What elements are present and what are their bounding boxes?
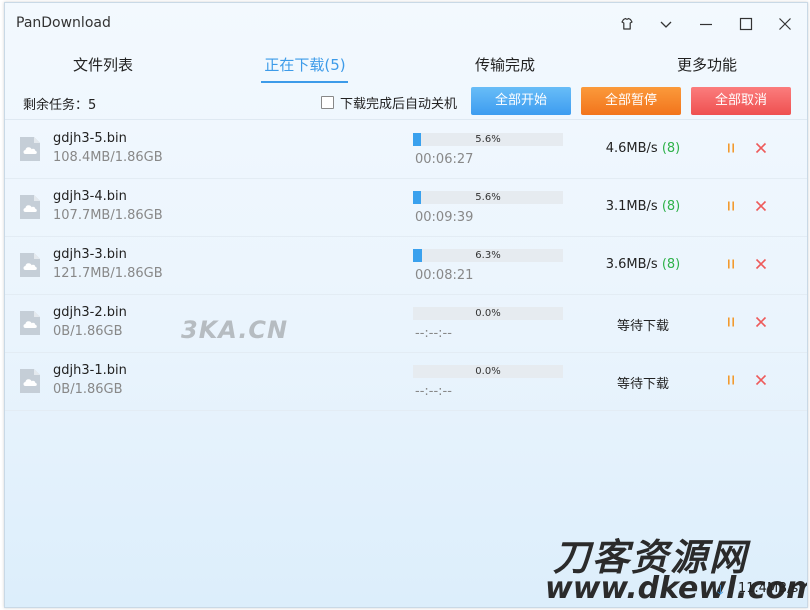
maximize-icon[interactable]	[736, 14, 756, 34]
cancel-icon[interactable]	[754, 198, 768, 214]
file-size: 121.7MB/1.86GB	[53, 266, 163, 281]
pause-icon[interactable]	[724, 198, 738, 214]
cancel-icon[interactable]	[754, 314, 768, 330]
file-name: gdjh3-4.bin	[53, 189, 127, 204]
active-tab-indicator	[261, 81, 348, 83]
cloud-file-icon	[19, 252, 41, 278]
download-speed: 3.1MB/s (8)	[585, 199, 701, 214]
cancel-icon[interactable]	[754, 140, 768, 156]
close-icon[interactable]	[775, 14, 795, 34]
cloud-file-icon	[19, 368, 41, 394]
file-size: 0B/1.86GB	[53, 382, 123, 397]
cancel-icon[interactable]	[754, 372, 768, 388]
pause-icon[interactable]	[724, 256, 738, 272]
speed-value: 4.6MB/s	[605, 141, 658, 156]
app-window: PanDownload 文件列表 正在下载(5) 传输完成 更多功能 剩余任务：…	[4, 2, 808, 608]
download-row[interactable]: gdjh3-5.bin 108.4MB/1.86GB 5.6% 00:06:27 4.6…	[5, 120, 807, 179]
time-remaining: 00:09:39	[415, 210, 474, 225]
connection-count: (8)	[661, 141, 681, 156]
pause-icon[interactable]	[724, 314, 738, 330]
window-title: PanDownload	[16, 15, 111, 31]
progress-percent: 0.0%	[475, 308, 501, 319]
tab-more-features[interactable]: 更多功能	[637, 45, 777, 85]
total-speed: 11.4MB/s	[738, 581, 799, 596]
pause-icon[interactable]	[724, 140, 738, 156]
auto-shutdown-checkbox[interactable]	[321, 96, 334, 109]
connection-count: (8)	[661, 199, 681, 214]
download-row[interactable]: gdjh3-3.bin 121.7MB/1.86GB 6.3% 00:08:21 3.6…	[5, 236, 807, 295]
tab-downloading[interactable]: 正在下载(5)	[235, 45, 375, 85]
auto-shutdown-option[interactable]: 下载完成后自动关机	[321, 93, 457, 112]
download-speed: 等待下载	[585, 315, 701, 334]
speed-value: 3.1MB/s	[605, 199, 658, 214]
cloud-file-icon	[19, 194, 41, 220]
file-name: gdjh3-1.bin	[53, 363, 127, 378]
download-speed: 3.6MB/s (8)	[585, 257, 701, 272]
pause-all-button[interactable]: 全部暂停	[581, 87, 681, 115]
file-name: gdjh3-5.bin	[53, 131, 127, 146]
time-remaining: --:--:--	[415, 384, 452, 399]
time-remaining: --:--:--	[415, 326, 452, 341]
remaining-tasks: 剩余任务：5	[23, 98, 97, 113]
start-all-button[interactable]: 全部开始	[471, 87, 571, 115]
download-row[interactable]: gdjh3-2.bin 0B/1.86GB 0.0% --:--:-- 等待下载	[5, 294, 807, 353]
progress-percent: 6.3%	[475, 250, 501, 261]
time-remaining: 00:06:27	[415, 152, 474, 167]
cloud-file-icon	[19, 136, 41, 162]
speed-value: 等待下载	[616, 319, 669, 334]
cancel-icon[interactable]	[754, 256, 768, 272]
skin-icon[interactable]	[617, 14, 637, 34]
file-name: gdjh3-3.bin	[53, 247, 127, 262]
file-size: 107.7MB/1.86GB	[53, 208, 163, 223]
download-arrow-icon: 🡓	[717, 583, 724, 598]
tab-bar: 文件列表 正在下载(5) 传输完成 更多功能	[5, 45, 807, 85]
time-remaining: 00:08:21	[415, 268, 474, 283]
pause-icon[interactable]	[724, 372, 738, 388]
cancel-all-button[interactable]: 全部取消	[691, 87, 791, 115]
download-row[interactable]: gdjh3-4.bin 107.7MB/1.86GB 5.6% 00:09:39 3.1…	[5, 178, 807, 237]
watermark-3ka: 3KA.CN	[181, 316, 289, 344]
auto-shutdown-label: 下载完成后自动关机	[340, 97, 458, 112]
progress-percent: 5.6%	[475, 134, 501, 145]
file-size: 108.4MB/1.86GB	[53, 150, 163, 165]
speed-value: 等待下载	[616, 377, 669, 392]
progress-percent: 0.0%	[475, 366, 501, 377]
minimize-icon[interactable]	[696, 14, 716, 34]
title-bar: PanDownload	[5, 3, 807, 45]
file-size: 0B/1.86GB	[53, 324, 123, 339]
download-toolbar: 剩余任务：5 下载完成后自动关机 全部开始 全部暂停 全部取消	[5, 85, 807, 120]
download-row[interactable]: gdjh3-1.bin 0B/1.86GB 0.0% --:--:-- 等待下载	[5, 352, 807, 411]
tab-completed[interactable]: 传输完成	[435, 45, 575, 85]
tab-file-list[interactable]: 文件列表	[33, 45, 173, 85]
download-speed: 等待下载	[585, 373, 701, 392]
download-speed: 4.6MB/s (8)	[585, 141, 701, 156]
file-name: gdjh3-2.bin	[53, 305, 127, 320]
connection-count: (8)	[661, 257, 681, 272]
cloud-file-icon	[19, 310, 41, 336]
progress-percent: 5.6%	[475, 192, 501, 203]
chevron-down-icon[interactable]	[656, 14, 676, 34]
speed-value: 3.6MB/s	[605, 257, 658, 272]
